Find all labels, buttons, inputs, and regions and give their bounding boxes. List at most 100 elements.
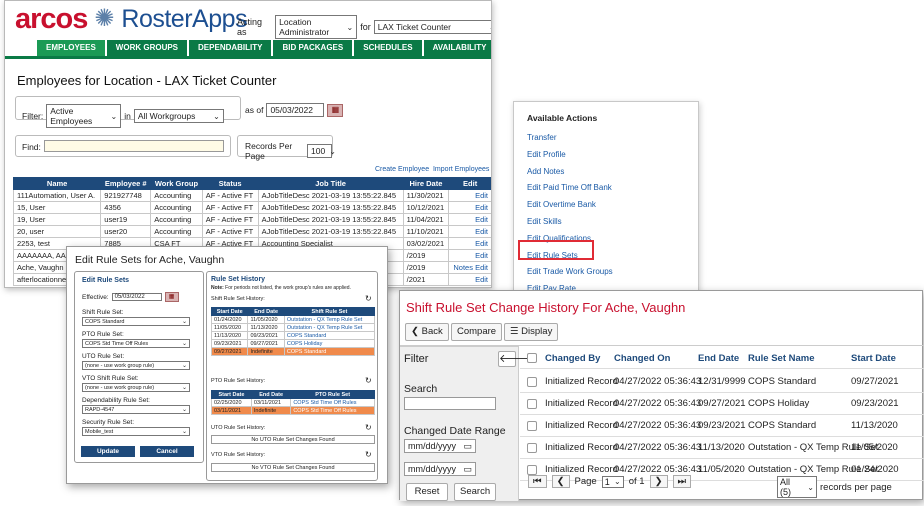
- action-link[interactable]: Edit Overtime Bank: [527, 200, 596, 209]
- edit-heading: Edit Rule Sets: [82, 277, 130, 284]
- nav-tab[interactable]: BID PACKAGES: [273, 40, 353, 56]
- compare-button[interactable]: Compare: [451, 323, 503, 341]
- find-label: Find:: [22, 142, 41, 152]
- grid-column-header[interactable]: Start Date: [851, 353, 896, 364]
- action-link[interactable]: Edit Skills: [527, 217, 562, 226]
- grid-column-header[interactable]: Changed By: [545, 353, 600, 364]
- table-cell[interactable]: Edit: [448, 273, 491, 286]
- last-page-icon[interactable]: ⏭: [672, 475, 692, 488]
- row-checkbox[interactable]: [527, 443, 537, 453]
- grid-column-header[interactable]: End Date: [698, 353, 739, 364]
- search-button[interactable]: Search: [454, 483, 496, 501]
- search-input[interactable]: [404, 397, 496, 410]
- table-cell[interactable]: Outstation - QX Temp Rule Set: [283, 323, 376, 332]
- first-page-icon[interactable]: ⏮: [528, 475, 547, 488]
- calendar-icon[interactable]: ▦: [164, 292, 179, 302]
- refresh-icon[interactable]: ↻: [365, 294, 372, 303]
- refresh-icon[interactable]: ↻: [365, 376, 372, 385]
- pto-history-table: Start Date End Date PTO Rule Set 02/25/2020…: [211, 390, 375, 415]
- collapse-arrow-icon[interactable]: 🡐: [498, 351, 529, 367]
- row-checkbox[interactable]: [527, 421, 537, 431]
- asof-date-input[interactable]: 05/03/2022: [266, 103, 325, 117]
- table-cell[interactable]: Edit: [448, 201, 491, 214]
- rule-select[interactable]: COPS Std Time Off Rules ⌄: [82, 339, 190, 348]
- find-panel: Find:: [15, 135, 231, 157]
- table-cell: user19: [100, 213, 152, 226]
- nav-tab[interactable]: WORK GROUPS: [106, 40, 188, 56]
- workgroup-select[interactable]: All Workgroups ⌄: [133, 109, 224, 123]
- action-link[interactable]: Edit Trade Work Groups: [527, 267, 613, 276]
- nav-tab[interactable]: SCHEDULES: [354, 40, 422, 56]
- grid-cell: 11/13/2020: [698, 442, 745, 453]
- rule-select-value: COPS Std Time Off Rules: [85, 340, 149, 347]
- nav-tab[interactable]: AVAILABILITY: [423, 40, 491, 56]
- calendar-icon[interactable]: ▦: [327, 103, 344, 117]
- rule-select[interactable]: (none - use work group rule) ⌄: [82, 361, 190, 370]
- table-cell[interactable]: Edit: [448, 249, 491, 262]
- table-cell[interactable]: Outstation - QX Temp Rule Set: [283, 315, 376, 324]
- date-to-input[interactable]: mm/dd/yyyy ▭: [404, 462, 476, 476]
- rule-select[interactable]: (none - use work group rule) ⌄: [82, 383, 190, 392]
- row-checkbox[interactable]: [527, 465, 537, 475]
- role-select[interactable]: Location Administrator ⌄: [275, 15, 358, 39]
- back-button[interactable]: ❮ Back: [405, 323, 449, 341]
- prev-page-icon[interactable]: ❮: [551, 475, 570, 488]
- table-cell[interactable]: Edit: [448, 225, 491, 238]
- action-link[interactable]: Transfer: [527, 133, 557, 142]
- grid-divider: [520, 368, 924, 369]
- grid-column-header[interactable]: Changed On: [614, 353, 670, 364]
- table-cell[interactable]: Notes Edit: [448, 261, 491, 274]
- find-input[interactable]: [44, 140, 224, 152]
- rule-field-label: UTO Rule Set:: [82, 353, 125, 360]
- table-cell[interactable]: Edit: [448, 213, 491, 226]
- grid-cell: 12/31/9999: [698, 376, 746, 387]
- table-cell[interactable]: COPS Standard: [283, 331, 376, 340]
- chevron-down-icon: ⌄: [181, 385, 187, 391]
- action-link[interactable]: Add Notes: [527, 167, 564, 176]
- display-button[interactable]: ☰ Display: [504, 323, 559, 341]
- edit-rule-sets-box: Edit Rule Sets Effective: 05/03/2022 ▦ S…: [74, 271, 204, 463]
- column-header: Hire Date: [402, 177, 450, 190]
- page-select[interactable]: 1 ⌄: [601, 475, 624, 488]
- main-nav: EMPLOYEES WORK GROUPS DEPENDABILITY BID PAC…: [37, 40, 491, 56]
- table-cell: 09/27/2021: [247, 339, 285, 348]
- refresh-icon[interactable]: ↻: [365, 423, 372, 432]
- rule-select[interactable]: Mobile_test ⌄: [82, 427, 190, 436]
- effective-date-input[interactable]: 05/03/2022: [111, 293, 162, 301]
- table-cell[interactable]: COPS Standard: [283, 347, 376, 356]
- per-page-select[interactable]: All (5) ⌄: [777, 476, 817, 498]
- nav-tab[interactable]: DEPENDABILITY: [189, 40, 272, 56]
- cancel-button[interactable]: Cancel: [140, 446, 194, 457]
- table-cell: 11/05/2020: [210, 323, 249, 332]
- table-cell: 4356: [100, 201, 152, 214]
- row-checkbox[interactable]: [527, 377, 537, 387]
- reset-button[interactable]: Reset: [406, 483, 448, 501]
- rule-select[interactable]: RAPD-4547 ⌄: [82, 405, 190, 414]
- table-cell[interactable]: COPS Std Time Off Rules: [290, 406, 375, 415]
- update-button[interactable]: Update: [81, 446, 135, 457]
- filter-select[interactable]: Active Employees ⌄: [46, 104, 122, 128]
- grid-column-header[interactable]: Rule Set Name: [748, 353, 815, 364]
- table-cell: Accounting: [150, 225, 203, 238]
- table-cell[interactable]: COPS Std Time Off Rules: [290, 398, 375, 407]
- row-checkbox[interactable]: [527, 399, 537, 409]
- refresh-icon[interactable]: ↻: [365, 450, 372, 459]
- table-cell[interactable]: COPS Holiday: [283, 339, 376, 348]
- table-cell[interactable]: Edit: [448, 189, 491, 202]
- nav-tab[interactable]: EMPLOYEES: [37, 40, 105, 56]
- records-select[interactable]: 100 ⌄: [307, 144, 336, 158]
- table-cell: 09/27/2021: [210, 347, 249, 356]
- next-page-icon[interactable]: ❯: [649, 475, 668, 488]
- create-employee-link[interactable]: Create Employee: [375, 166, 429, 173]
- table-cell[interactable]: Edit: [448, 237, 491, 250]
- table-cell: 19, User: [12, 213, 102, 226]
- action-link[interactable]: Edit Paid Time Off Bank: [527, 183, 612, 192]
- date-from-input[interactable]: mm/dd/yyyy ▭: [404, 439, 476, 453]
- grid-cell: Initialized Record: [545, 420, 618, 431]
- rule-select[interactable]: COPS Standard ⌄: [82, 317, 190, 326]
- import-employees-link[interactable]: Import Employees: [433, 166, 489, 173]
- select-all-checkbox[interactable]: [527, 353, 537, 363]
- location-select[interactable]: LAX Ticket Counter⌄: [373, 20, 491, 34]
- action-link[interactable]: Edit Profile: [527, 150, 566, 159]
- available-actions-panel: Available Actions Transfer Edit Profile Ad…: [513, 101, 699, 294]
